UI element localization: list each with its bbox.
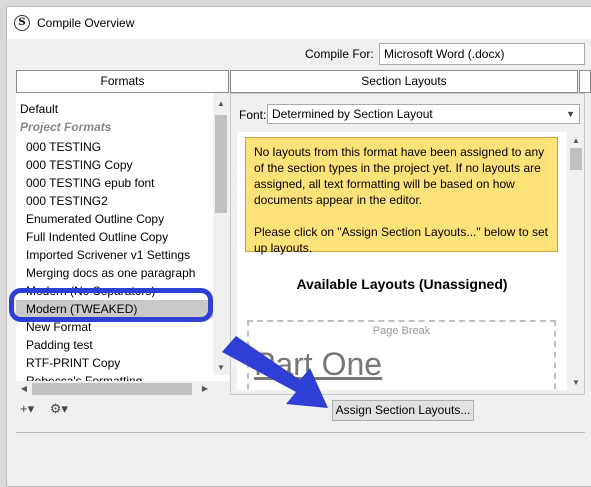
bottom-divider <box>16 432 585 433</box>
pointer-arrow-icon <box>222 336 328 408</box>
